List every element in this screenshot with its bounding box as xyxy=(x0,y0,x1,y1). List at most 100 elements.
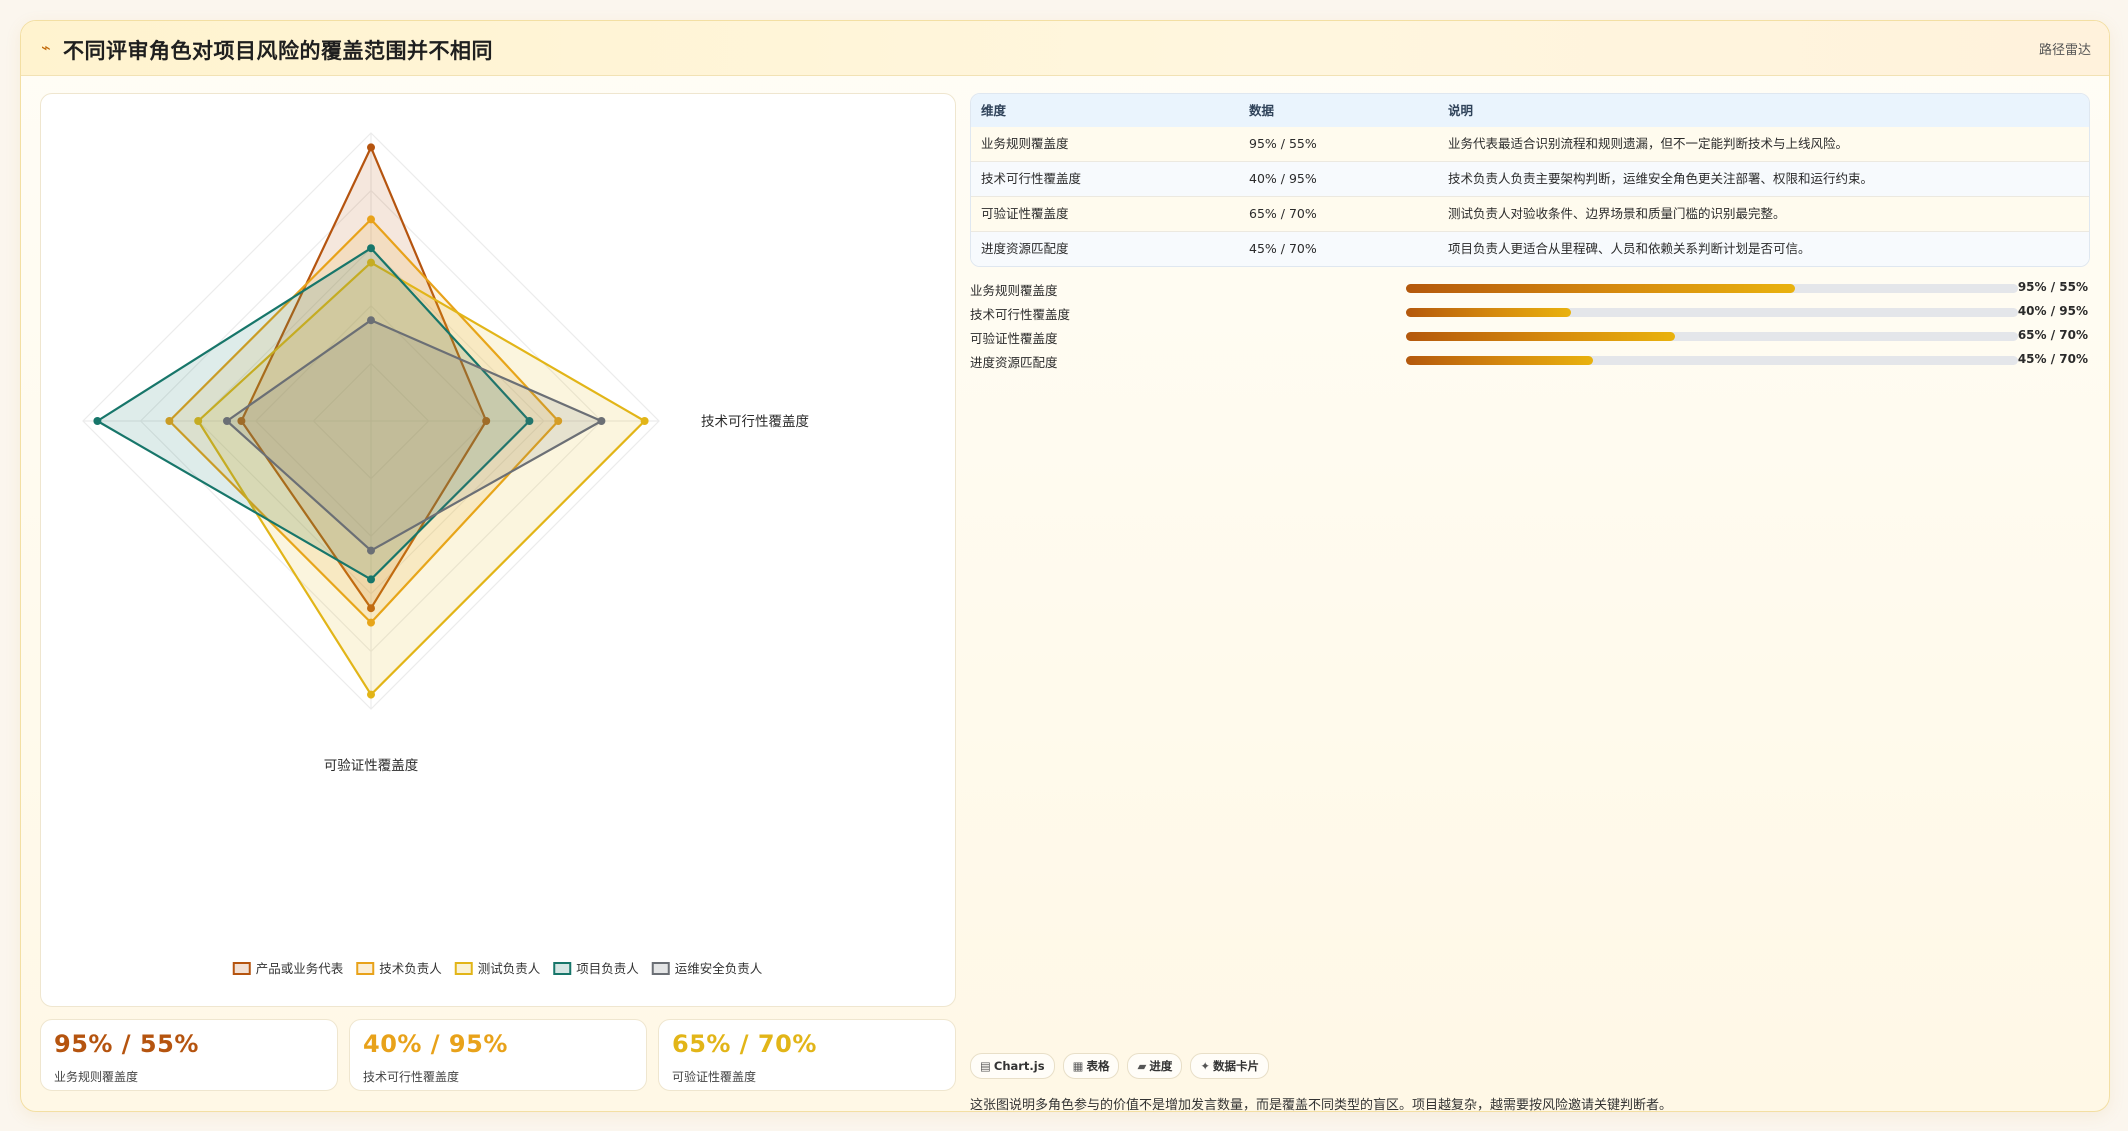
kpi-label: 可验证性覆盖度 xyxy=(672,1070,757,1084)
chip-label: 进度 xyxy=(1149,1059,1173,1073)
trend-icon: ⌁ xyxy=(41,38,51,57)
card-icon: ✦ xyxy=(1200,1059,1210,1073)
column-header: 数据 xyxy=(1249,103,1275,118)
progress-row: 业务规则覆盖度 95% / 55% xyxy=(970,277,2088,299)
progress-fill xyxy=(1406,356,1593,365)
chip-label: 数据卡片 xyxy=(1212,1059,1259,1073)
kpi-card-business: 95% / 55% 业务规则覆盖度 xyxy=(40,1019,338,1091)
page-title: 不同评审角色对项目风险的覆盖范围并不相同 xyxy=(63,39,493,63)
table-cell: 95% / 55% xyxy=(1249,136,1317,151)
legend-label: 项目负责人 xyxy=(576,961,639,976)
progress-value: 95% / 55% xyxy=(2017,280,2088,294)
chip-table[interactable]: ▦ 表格 xyxy=(1062,1053,1120,1079)
kpi-value: 40% / 95% xyxy=(363,1030,508,1058)
legend-label: 运维安全负责人 xyxy=(675,961,763,976)
table-row: 进度资源匹配度 45% / 70% 项目负责人更适合从里程碑、人员和依赖关系判断… xyxy=(971,232,2089,266)
table-row: 业务规则覆盖度 95% / 55% 业务代表最适合识别流程和规则遗漏，但不一定能… xyxy=(971,127,2089,162)
progress-value: 65% / 70% xyxy=(2017,328,2088,342)
legend-swatch xyxy=(232,962,251,975)
data-table: 维度 数据 说明 业务规则覆盖度 95% / 55% 业务代表最适合识别流程和规… xyxy=(970,93,2090,267)
progress-row: 可验证性覆盖度 65% / 70% xyxy=(970,325,2088,347)
chip-label: Chart.js xyxy=(993,1059,1045,1073)
table-cell: 可验证性覆盖度 xyxy=(981,206,1069,221)
progress-track xyxy=(1406,308,2018,317)
legend-label: 技术负责人 xyxy=(379,961,442,976)
header-bar: ⌁ 不同评审角色对项目风险的覆盖范围并不相同 路径雷达 xyxy=(21,21,2109,76)
radar-point[interactable] xyxy=(597,417,606,425)
table-row: 可验证性覆盖度 65% / 70% 测试负责人对验收条件、边界场景和质量门槛的识… xyxy=(971,197,2089,232)
radar-point[interactable] xyxy=(367,690,375,699)
table-cell: 40% / 95% xyxy=(1249,171,1317,186)
table-cell: 65% / 70% xyxy=(1249,206,1317,221)
chart-icon: ▤ xyxy=(980,1059,991,1073)
kpi-label: 业务规则覆盖度 xyxy=(54,1070,139,1084)
progress-label: 业务规则覆盖度 xyxy=(970,283,1058,298)
table-cell: 业务代表最适合识别流程和规则遗漏，但不一定能判断技术与上线风险。 xyxy=(1448,136,1849,151)
table-cell: 项目负责人更适合从里程碑、人员和依赖关系判断计划是否可信。 xyxy=(1448,241,1811,256)
legend-swatch xyxy=(651,962,670,975)
legend-label: 产品或业务代表 xyxy=(256,961,344,976)
chip-chartjs[interactable]: ▤ Chart.js xyxy=(970,1053,1055,1079)
progress-row: 技术可行性覆盖度 40% / 95% xyxy=(970,301,2088,323)
progress-label: 进度资源匹配度 xyxy=(970,355,1058,370)
progress-row: 进度资源匹配度 45% / 70% xyxy=(970,349,2088,371)
chip-progress[interactable]: ▰ 进度 xyxy=(1127,1053,1183,1079)
table-cell: 技术负责人负责主要架构判断，运维安全角色更关注部署、权限和运行约束。 xyxy=(1448,171,1874,186)
radar-point[interactable] xyxy=(223,417,231,425)
footer-note: 这张图说明多角色参与的价值不是增加发言数量，而是覆盖不同类型的盲区。项目越复杂，… xyxy=(970,1098,1673,1112)
legend-item[interactable]: 运维安全负责人 xyxy=(651,961,763,976)
table-cell: 测试负责人对验收条件、边界场景和质量门槛的识别最完整。 xyxy=(1448,206,1786,221)
legend-item[interactable]: 技术负责人 xyxy=(356,961,442,976)
progress-fill xyxy=(1406,308,1572,317)
progress-value: 40% / 95% xyxy=(2017,304,2088,318)
table-row: 技术可行性覆盖度 40% / 95% 技术负责人负责主要架构判断，运维安全角色更… xyxy=(971,162,2089,197)
kpi-label: 技术可行性覆盖度 xyxy=(363,1070,460,1084)
radar-chart-card: 业务规则覆盖度技术可行性覆盖度可验证性覆盖度进度资源匹配度产品或业务代表技术负责… xyxy=(40,93,956,1007)
radar-point[interactable] xyxy=(367,316,375,325)
kpi-card-technical: 40% / 95% 技术可行性覆盖度 xyxy=(349,1019,647,1091)
progress-track xyxy=(1406,284,2018,293)
radar-point[interactable] xyxy=(93,417,102,425)
radar-point[interactable] xyxy=(367,575,375,584)
progress-track xyxy=(1406,332,2018,341)
radar-point[interactable] xyxy=(367,143,375,152)
progress-track xyxy=(1406,356,2018,365)
legend-swatch xyxy=(454,962,473,975)
kpi-card-verifiability: 65% / 70% 可验证性覆盖度 xyxy=(658,1019,956,1091)
chip-data-card[interactable]: ✦ 数据卡片 xyxy=(1190,1053,1269,1079)
legend-label: 测试负责人 xyxy=(478,961,541,976)
progress-label: 可验证性覆盖度 xyxy=(970,331,1058,346)
kpi-value: 65% / 70% xyxy=(672,1030,817,1058)
dashboard-frame: ⌁ 不同评审角色对项目风险的覆盖范围并不相同 路径雷达 业务规则覆盖度技术可行性… xyxy=(20,20,2110,1112)
progress-fill xyxy=(1406,284,1795,293)
legend-swatch xyxy=(553,962,572,975)
tech-chips: ▤ Chart.js ▦ 表格 ▰ 进度 ✦ 数据卡片 xyxy=(970,1053,1277,1079)
column-header: 维度 xyxy=(981,103,1007,118)
progress-label: 技术可行性覆盖度 xyxy=(970,307,1071,322)
progress-value: 45% / 70% xyxy=(2017,352,2088,366)
legend-swatch xyxy=(356,962,375,975)
radar-point[interactable] xyxy=(640,417,649,425)
legend-item[interactable]: 项目负责人 xyxy=(553,961,639,976)
table-cell: 业务规则覆盖度 xyxy=(981,136,1069,151)
axis-label: 技术可行性覆盖度 xyxy=(701,414,809,430)
table-header: 维度 数据 说明 xyxy=(971,94,2089,128)
table-cell: 进度资源匹配度 xyxy=(981,241,1069,256)
kpi-value: 95% / 55% xyxy=(54,1030,199,1058)
legend-item[interactable]: 产品或业务代表 xyxy=(232,961,344,976)
table-cell: 45% / 70% xyxy=(1249,241,1317,256)
column-header: 说明 xyxy=(1448,103,1474,118)
progress-icon: ▰ xyxy=(1137,1059,1147,1073)
chart-legend: 产品或业务代表 技术负责人 测试负责人 项目负责人 运维安全负责人 xyxy=(232,961,763,976)
table-icon: ▦ xyxy=(1072,1059,1084,1073)
radar-chart: 业务规则覆盖度技术可行性覆盖度可验证性覆盖度进度资源匹配度产品或业务代表技术负责… xyxy=(82,132,809,976)
radar-point[interactable] xyxy=(367,215,375,224)
legend-item[interactable]: 测试负责人 xyxy=(454,961,541,976)
progress-fill xyxy=(1406,332,1676,341)
table-cell: 技术可行性覆盖度 xyxy=(981,171,1082,186)
chip-label: 表格 xyxy=(1086,1059,1110,1073)
chart-type-tag: 路径雷达 xyxy=(2038,43,2091,58)
radar-series-layer xyxy=(93,143,649,699)
radar-point[interactable] xyxy=(367,546,375,555)
radar-point[interactable] xyxy=(367,244,375,253)
